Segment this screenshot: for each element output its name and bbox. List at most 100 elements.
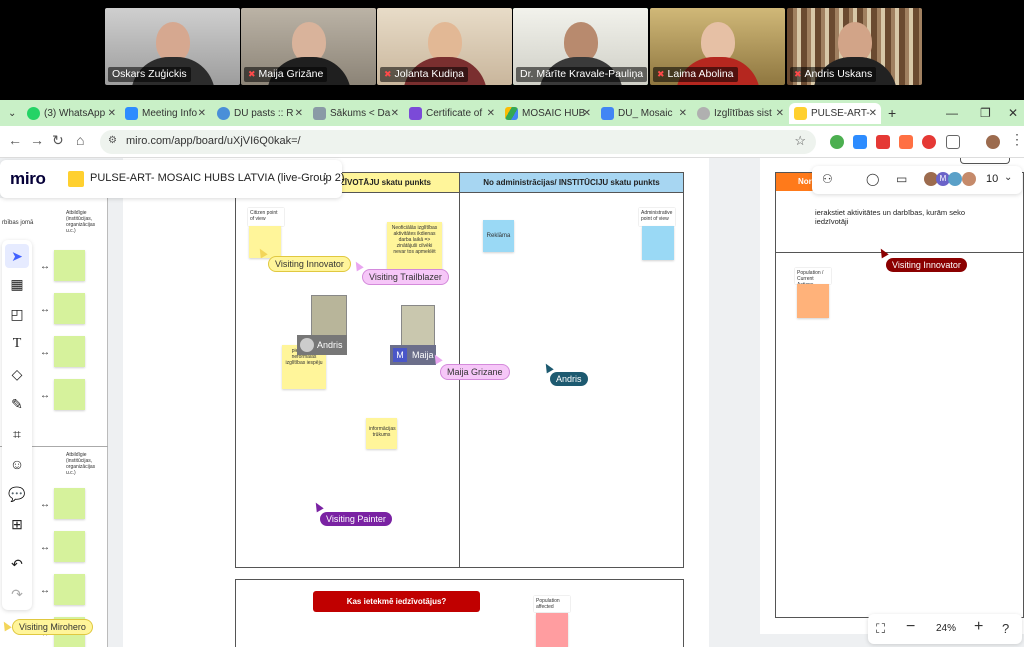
image-card[interactable] <box>401 305 435 347</box>
record-extension-icon[interactable] <box>922 135 936 149</box>
close-tab-icon[interactable]: ✕ <box>391 103 399 124</box>
new-tab-button[interactable]: + <box>884 103 902 124</box>
mail-extension-icon[interactable] <box>876 135 890 149</box>
site-info-icon[interactable]: ⚙ <box>108 135 117 146</box>
tab-7[interactable]: Izglītības sist ✕ <box>692 103 788 124</box>
citizen-pov-label[interactable]: Citizen point of view <box>248 208 284 226</box>
add-more-icon[interactable]: ⊞ <box>5 512 29 536</box>
tab-6[interactable]: DU_ Mosaic ✕ <box>596 103 691 124</box>
tab-1[interactable]: Meeting Info ✕ <box>120 103 210 124</box>
zoom-level[interactable]: 24% <box>936 623 956 634</box>
zoom-out-button[interactable]: − <box>906 618 915 636</box>
sticky-neformala[interactable]: Neoficiālās izglītības aktivitātes ikdie… <box>387 222 442 272</box>
sticky-note[interactable] <box>54 250 85 281</box>
sticky-note[interactable] <box>54 488 85 519</box>
participant-name-muted: ✖ Andris Uskans <box>790 67 877 82</box>
chat-icon[interactable]: ◯ <box>866 172 879 186</box>
tab-3[interactable]: Sākums < Da ✕ <box>308 103 403 124</box>
forward-arrow-icon[interactable]: → <box>30 132 44 148</box>
reactions-icon[interactable]: ⚇ <box>822 172 833 186</box>
board-menu-icon[interactable]: ⋮ <box>318 170 332 187</box>
image-card[interactable] <box>311 295 347 338</box>
text-tool-icon[interactable]: T <box>5 332 29 356</box>
sticky-note[interactable] <box>54 293 85 324</box>
participant-tile-1[interactable]: ✖ Maija Grizāne <box>241 8 376 85</box>
templates-icon[interactable]: ▦ <box>5 272 29 296</box>
close-tab-icon[interactable]: ✕ <box>487 103 495 124</box>
miro-logo[interactable]: miro <box>10 169 46 189</box>
sticky-reklama[interactable]: Reklāma <box>483 220 514 252</box>
sc-extension-icon[interactable] <box>899 135 913 149</box>
minimize-icon[interactable]: — <box>946 100 958 126</box>
sticky-note[interactable] <box>797 284 829 318</box>
sticky-note[interactable] <box>54 336 85 367</box>
avatar[interactable] <box>948 172 962 186</box>
mic-muted-icon: ✖ <box>794 69 802 79</box>
tab-8-active[interactable]: PULSE-ART- ✕ <box>789 103 881 124</box>
question-header[interactable]: Kas ietekmē iedzīvotājus? <box>313 591 480 612</box>
home-icon[interactable]: ⌂ <box>76 132 84 148</box>
participant-name-muted: ✖ Laima Abolina <box>653 67 738 82</box>
miro-board-canvas[interactable]: rbības jomā Atbildīgie (institūcijas, or… <box>0 158 1024 647</box>
member-count[interactable]: 10 <box>986 173 998 185</box>
profile-avatar-icon[interactable] <box>986 135 1000 149</box>
admin-pov-label[interactable]: Administrative point of view <box>639 208 675 226</box>
zoom-extension-icon[interactable] <box>853 135 867 149</box>
sticky-note-icon[interactable]: ◰ <box>5 302 29 326</box>
shapes-icon[interactable]: ◇ <box>5 362 29 386</box>
participant-tile-2[interactable]: ✖ Jolanta Kudiņa <box>377 8 512 85</box>
back-arrow-icon[interactable]: ← <box>8 132 22 148</box>
tab-list-dropdown[interactable]: ⌄ <box>4 103 20 124</box>
sticky-note[interactable] <box>642 226 674 260</box>
close-window-icon[interactable]: ✕ <box>1008 100 1018 126</box>
close-tab-icon[interactable]: ✕ <box>198 103 206 124</box>
tab-0[interactable]: (3) WhatsApp ✕ <box>22 103 120 124</box>
collaboration-toolbar: ⚇ ◯ ▭ M 10 ⌄ <box>812 166 1022 194</box>
population-current-label[interactable]: Population / Current Actions <box>795 268 831 288</box>
close-tab-icon[interactable]: ✕ <box>679 103 687 124</box>
redo-icon[interactable]: ↷ <box>5 582 29 606</box>
pen-icon[interactable]: ✎ <box>5 392 29 416</box>
sticky-note[interactable] <box>54 379 85 410</box>
extension-icon[interactable] <box>830 135 844 149</box>
participant-tile-3[interactable]: Dr. Mārīte Kravale-Pauliņa <box>513 8 648 85</box>
star-bookmark-icon[interactable]: ☆ <box>794 133 806 149</box>
sticky-note[interactable] <box>54 531 85 562</box>
close-tab-icon[interactable]: ✕ <box>776 103 784 124</box>
url-bar[interactable]: ⚙ miro.com/app/board/uXjVI6Q0kak=/ ☆ <box>100 130 816 154</box>
fit-screen-icon[interactable]: ⛶ <box>876 621 885 637</box>
population-affected-label[interactable]: Population affected <box>534 596 570 612</box>
video-call-icon[interactable]: ▭ <box>896 172 907 186</box>
tab-4[interactable]: Certificate of ✕ <box>404 103 499 124</box>
url-text: miro.com/app/board/uXjVI6Q0kak=/ <box>126 135 301 147</box>
comment-icon[interactable]: 💬 <box>5 482 29 506</box>
sticky-note[interactable] <box>54 574 85 605</box>
zoom-in-button[interactable]: + <box>974 618 983 636</box>
reload-icon[interactable]: ↻ <box>52 132 64 149</box>
close-tab-icon[interactable]: ✕ <box>295 103 303 124</box>
globe-icon <box>697 107 710 120</box>
board-title[interactable]: PULSE-ART- MOSAIC HUBS LATVIA (live-Grou… <box>90 172 345 184</box>
help-icon[interactable]: ? <box>1002 621 1009 636</box>
participant-tile-0[interactable]: Oskars Zuģickis <box>105 8 240 85</box>
chevron-down-icon[interactable]: ⌄ <box>1004 172 1012 183</box>
participant-tile-4[interactable]: ✖ Laima Abolina <box>650 8 785 85</box>
puzzle-extensions-icon[interactable] <box>946 135 960 149</box>
tab-5[interactable]: MOSAIC HUB ✕ <box>500 103 595 124</box>
restore-icon[interactable]: ❐ <box>980 100 991 126</box>
undo-icon[interactable]: ↶ <box>5 552 29 576</box>
sticky-note[interactable] <box>536 613 568 647</box>
sticky-info-trukums[interactable]: informācijas trūkums <box>366 418 397 449</box>
close-tab-icon[interactable]: ✕ <box>583 103 591 124</box>
emoji-stamp-icon[interactable]: ☺ <box>5 452 29 476</box>
partial-frame-tab <box>960 158 1010 164</box>
close-tab-icon[interactable]: ✕ <box>869 103 877 124</box>
kebab-menu-icon[interactable]: ⋮ <box>1010 131 1024 148</box>
frame-icon[interactable]: ⌗ <box>5 422 29 446</box>
close-tab-icon[interactable]: ✕ <box>108 103 116 124</box>
avatar[interactable] <box>962 172 976 186</box>
user-tag-andris: Andris <box>297 335 347 355</box>
tab-2[interactable]: DU pasts :: R ✕ <box>212 103 307 124</box>
select-cursor-icon[interactable]: ➤ <box>5 244 29 268</box>
participant-tile-5[interactable]: ✖ Andris Uskans <box>787 8 922 85</box>
